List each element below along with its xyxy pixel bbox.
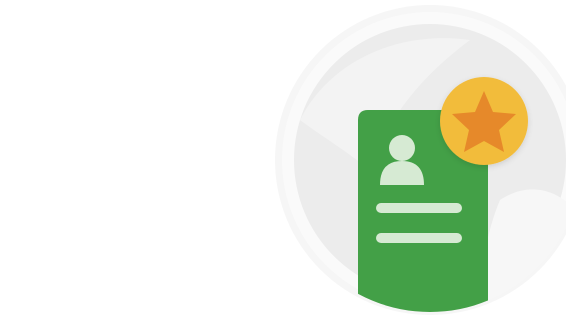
- card-line-1: [376, 203, 462, 213]
- profile-badge-illustration: [275, 5, 566, 315]
- card-line-2: [376, 233, 462, 243]
- star-badge-icon: [440, 77, 528, 165]
